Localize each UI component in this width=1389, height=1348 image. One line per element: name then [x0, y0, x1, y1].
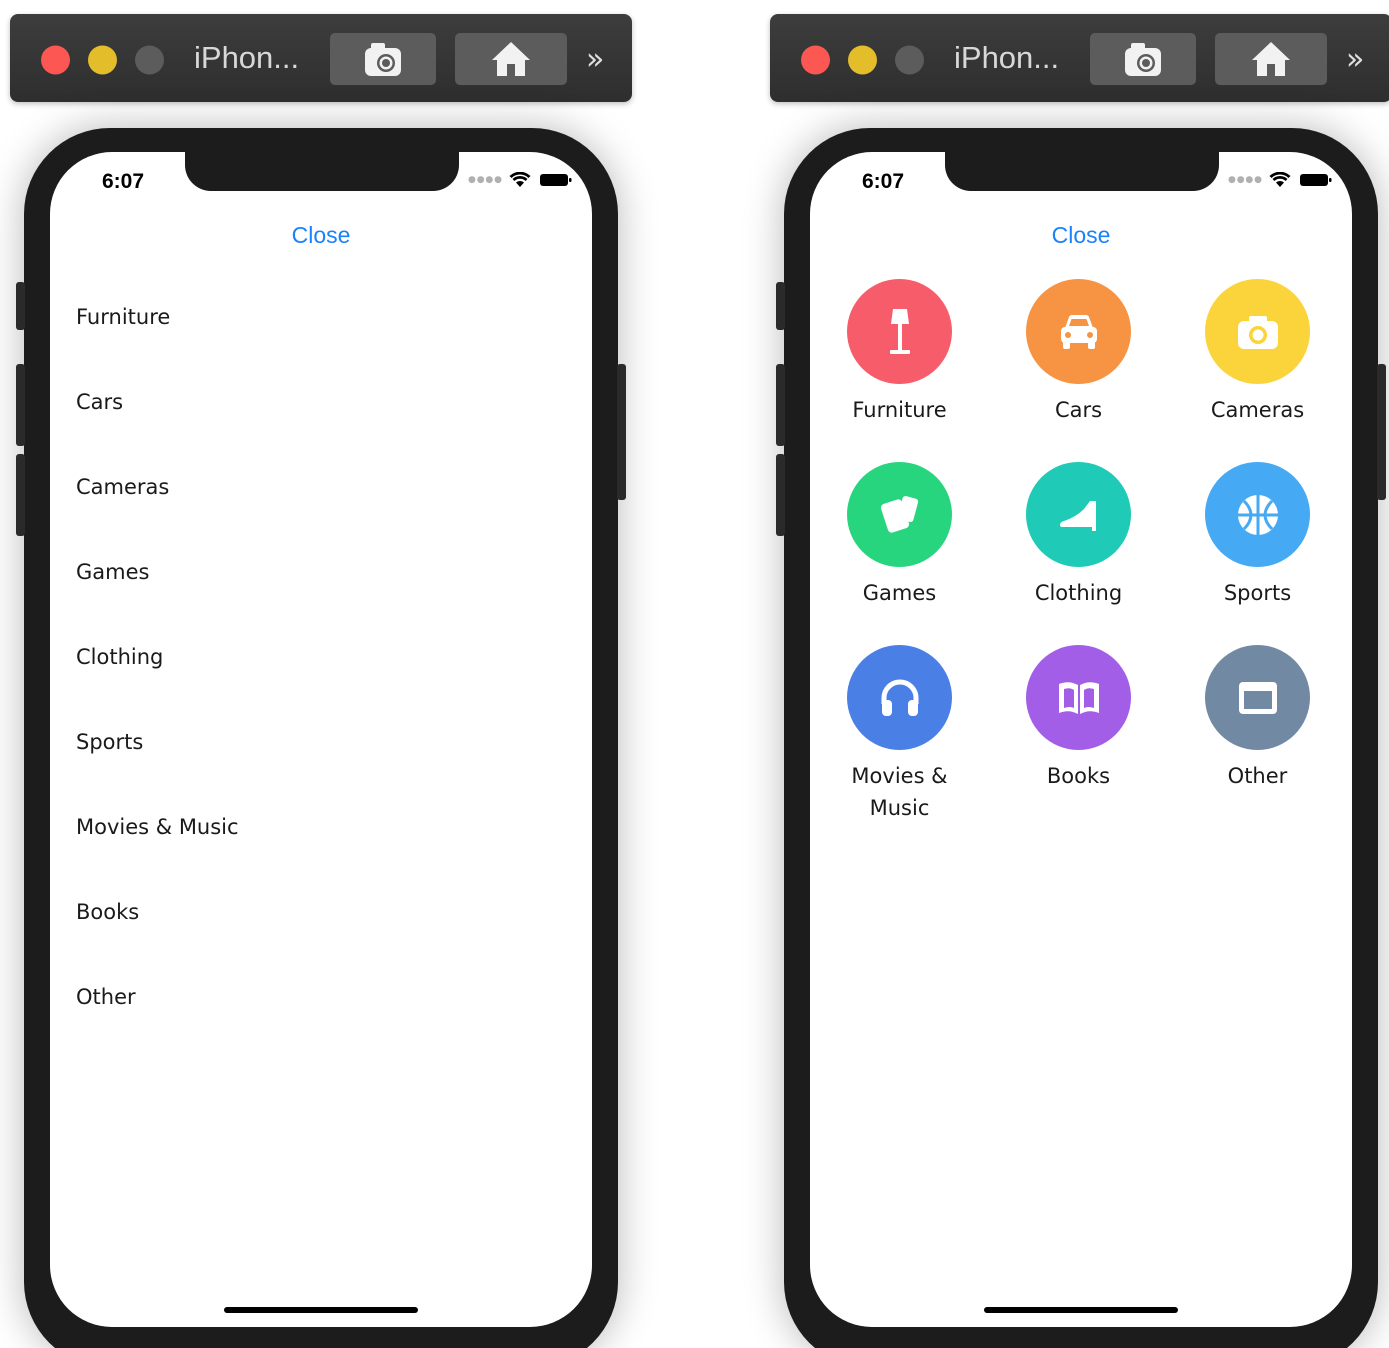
- status-icons: ● ● ● ●: [1228, 172, 1333, 188]
- wifi-icon: [509, 172, 531, 187]
- close-button[interactable]: Close: [810, 222, 1352, 249]
- category-row-cars[interactable]: Cars: [50, 359, 592, 444]
- zoom-window-button[interactable]: [895, 45, 924, 75]
- window-icon: [1238, 681, 1277, 714]
- notch: [945, 152, 1219, 191]
- category-circle: [1026, 279, 1131, 384]
- power-button: [1377, 364, 1386, 500]
- more-toolbar-button[interactable]: »: [586, 42, 604, 77]
- category-circle: [1205, 645, 1310, 750]
- category-label: Sports: [1223, 581, 1292, 605]
- simulator-window-grid: iPhon... » 6:07 ● ● ● ● Close Furniture …: [760, 0, 1389, 1348]
- simulator-toolbar: iPhon... »: [10, 14, 632, 102]
- volume-down-button: [16, 454, 25, 536]
- shoe-icon: [1059, 500, 1096, 531]
- camera-icon: [365, 43, 401, 76]
- home-indicator[interactable]: [984, 1307, 1178, 1313]
- headphones-icon: [881, 679, 918, 716]
- camera-icon: [1125, 43, 1161, 76]
- battery-icon: [540, 174, 572, 186]
- notch: [185, 152, 459, 191]
- more-toolbar-button[interactable]: »: [1346, 42, 1364, 77]
- window-title: iPhon...: [194, 40, 300, 75]
- mute-switch: [16, 282, 25, 330]
- wifi-icon: [1269, 172, 1291, 187]
- category-list: Furniture Cars Cameras Games Clothing Sp…: [50, 274, 592, 1039]
- category-row-books[interactable]: Books: [50, 869, 592, 954]
- category-label: Cars: [1054, 398, 1103, 422]
- iphone-frame: 6:07 ● ● ● ● Close Furniture Cars Camera…: [16, 128, 626, 1348]
- category-circle: [1026, 645, 1131, 750]
- close-window-button[interactable]: [41, 45, 70, 75]
- status-icons: ● ● ● ●: [468, 172, 573, 188]
- car-icon: [1060, 314, 1097, 349]
- phone-screen: 6:07 ● ● ● ● Close Furniture Cars Camera…: [810, 152, 1352, 1327]
- category-tile-other[interactable]: Other: [1168, 645, 1347, 828]
- screenshot-button[interactable]: [330, 33, 436, 85]
- category-row-clothing[interactable]: Clothing: [50, 614, 592, 699]
- cards-icon: [880, 495, 918, 533]
- simulator-toolbar: iPhon... »: [770, 14, 1389, 102]
- category-circle: [847, 645, 952, 750]
- close-button[interactable]: Close: [50, 222, 592, 249]
- category-row-other[interactable]: Other: [50, 954, 592, 1039]
- basketball-icon: [1237, 494, 1278, 535]
- house-icon: [1252, 42, 1290, 76]
- category-label: Cameras: [1210, 398, 1305, 422]
- status-time: 6:07: [102, 170, 145, 193]
- category-row-games[interactable]: Games: [50, 529, 592, 614]
- category-circle: [847, 279, 952, 384]
- category-label: Movies & Music: [851, 764, 948, 820]
- volume-down-button: [776, 454, 785, 536]
- category-grid: Furniture Cars Cameras Games Clothing Sp…: [810, 279, 1352, 828]
- category-row-furniture[interactable]: Furniture: [50, 274, 592, 359]
- signal-icon: ● ● ● ●: [1228, 175, 1262, 185]
- category-label: Games: [862, 581, 937, 605]
- iphone-frame: 6:07 ● ● ● ● Close Furniture Cars Camera…: [776, 128, 1386, 1348]
- category-tile-books[interactable]: Books: [989, 645, 1168, 828]
- phone-screen: 6:07 ● ● ● ● Close Furniture Cars Camera…: [50, 152, 592, 1327]
- category-label: Other: [1227, 764, 1288, 788]
- category-label: Books: [1046, 764, 1111, 788]
- zoom-window-button[interactable]: [135, 45, 164, 75]
- simulator-window-list: iPhon... » 6:07 ● ● ● ● Close Furniture …: [0, 0, 640, 1348]
- category-tile-games[interactable]: Games: [810, 462, 989, 645]
- category-circle: [1205, 462, 1310, 567]
- signal-icon: ● ● ● ●: [468, 175, 502, 185]
- category-circle: [1026, 462, 1131, 567]
- home-button[interactable]: [455, 33, 567, 85]
- category-circle: [1205, 279, 1310, 384]
- volume-up-button: [16, 364, 25, 446]
- window-title: iPhon...: [954, 40, 1060, 75]
- house-icon: [492, 42, 530, 76]
- category-row-sports[interactable]: Sports: [50, 699, 592, 784]
- minimize-window-button[interactable]: [848, 45, 877, 75]
- battery-icon: [1300, 174, 1332, 186]
- category-row-movies-music[interactable]: Movies & Music: [50, 784, 592, 869]
- category-tile-cars[interactable]: Cars: [989, 279, 1168, 462]
- mute-switch: [776, 282, 785, 330]
- camera-icon: [1237, 315, 1278, 349]
- home-button[interactable]: [1215, 33, 1327, 85]
- category-circle: [847, 462, 952, 567]
- category-tile-clothing[interactable]: Clothing: [989, 462, 1168, 645]
- category-tile-movies-music[interactable]: Movies & Music: [810, 645, 989, 828]
- status-time: 6:07: [862, 170, 905, 193]
- category-tile-furniture[interactable]: Furniture: [810, 279, 989, 462]
- category-tile-cameras[interactable]: Cameras: [1168, 279, 1347, 462]
- lamp-icon: [889, 308, 910, 354]
- category-row-cameras[interactable]: Cameras: [50, 444, 592, 529]
- category-tile-sports[interactable]: Sports: [1168, 462, 1347, 645]
- screenshot-button[interactable]: [1090, 33, 1196, 85]
- power-button: [617, 364, 626, 500]
- volume-up-button: [776, 364, 785, 446]
- close-window-button[interactable]: [801, 45, 830, 75]
- book-icon: [1058, 681, 1099, 714]
- category-label: Furniture: [852, 398, 947, 422]
- minimize-window-button[interactable]: [88, 45, 117, 75]
- home-indicator[interactable]: [224, 1307, 418, 1313]
- category-label: Clothing: [1034, 581, 1123, 605]
